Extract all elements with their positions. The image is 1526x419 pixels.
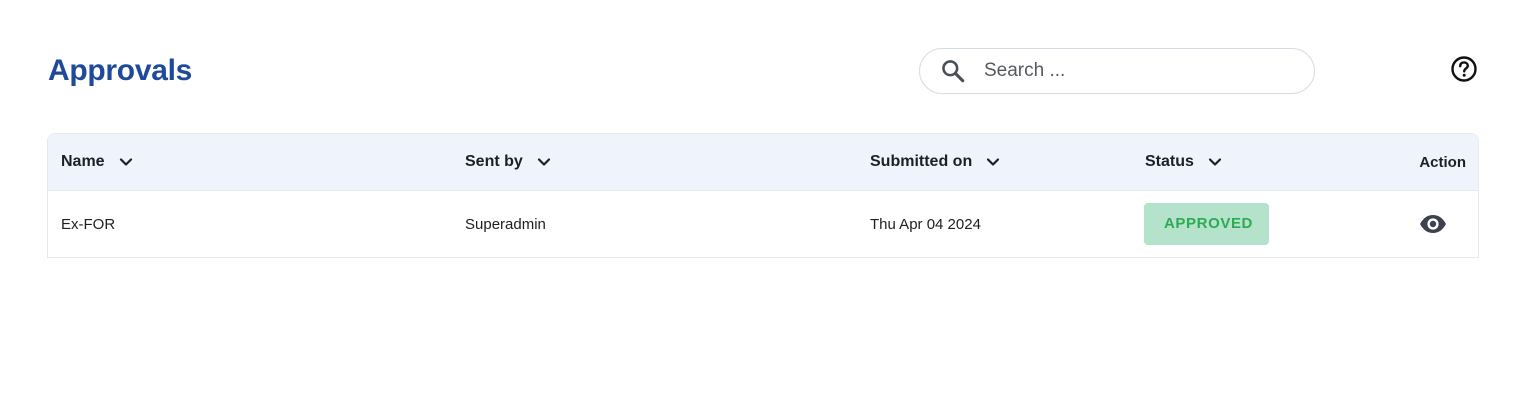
column-header-action: Action <box>1419 134 1466 190</box>
column-label: Action <box>1419 153 1466 171</box>
column-label: Status <box>1145 153 1194 170</box>
column-header-sent-by[interactable]: Sent by <box>465 134 551 190</box>
approvals-table: Name Sent by Submitted on Status Action … <box>47 133 1479 258</box>
chevron-down-icon[interactable] <box>1208 155 1222 169</box>
column-label: Name <box>61 153 105 170</box>
approvals-page: Approvals Name Sent by <box>0 0 1526 419</box>
chevron-down-icon[interactable] <box>986 155 1000 169</box>
cell-submitted-on: Thu Apr 04 2024 <box>870 215 981 233</box>
column-header-status[interactable]: Status <box>1145 134 1222 190</box>
page-title: Approvals <box>48 54 193 87</box>
table-header: Name Sent by Submitted on Status Action <box>48 134 1478 191</box>
search-input[interactable] <box>982 59 1286 83</box>
help-icon[interactable] <box>1450 55 1478 83</box>
cell-action <box>1419 191 1447 257</box>
cell-sent-by: Superadmin <box>465 215 546 233</box>
cell-name: Ex-FOR <box>61 215 116 233</box>
status-badge: APPROVED <box>1144 203 1269 245</box>
column-header-name[interactable]: Name <box>61 134 133 190</box>
chevron-down-icon[interactable] <box>119 155 133 169</box>
column-header-submitted-on[interactable]: Submitted on <box>870 134 1000 190</box>
table-row: Ex-FOR Superadmin Thu Apr 04 2024 APPROV… <box>48 191 1478 257</box>
cell-status: APPROVED <box>1144 191 1269 257</box>
column-label: Sent by <box>465 153 523 170</box>
search-icon <box>940 58 966 84</box>
eye-icon[interactable] <box>1419 214 1447 234</box>
table-body: Ex-FOR Superadmin Thu Apr 04 2024 APPROV… <box>48 191 1478 257</box>
column-label: Submitted on <box>870 153 973 170</box>
chevron-down-icon[interactable] <box>537 155 551 169</box>
search-box[interactable] <box>919 48 1315 94</box>
